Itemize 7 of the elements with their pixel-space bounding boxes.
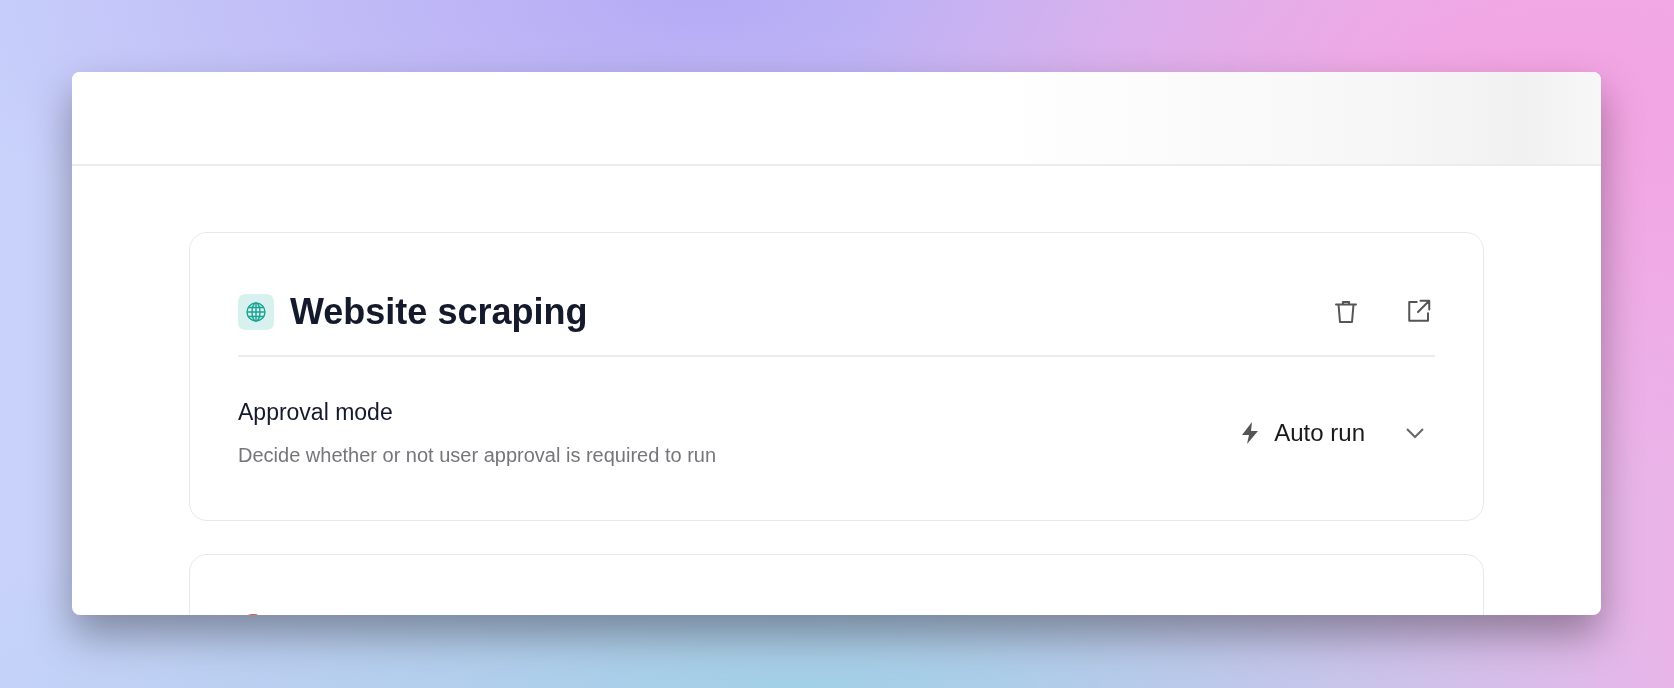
setting-description: Decide whether or not user approval is required to run	[238, 444, 718, 467]
setting-label: Approval mode	[238, 399, 394, 426]
approval-mode-dropdown[interactable]: Auto run	[1240, 419, 1425, 447]
lightning-icon	[1240, 421, 1261, 445]
card-title: Website scraping	[290, 291, 589, 333]
globe-icon	[238, 294, 274, 330]
chevron-down-icon	[1405, 427, 1425, 439]
